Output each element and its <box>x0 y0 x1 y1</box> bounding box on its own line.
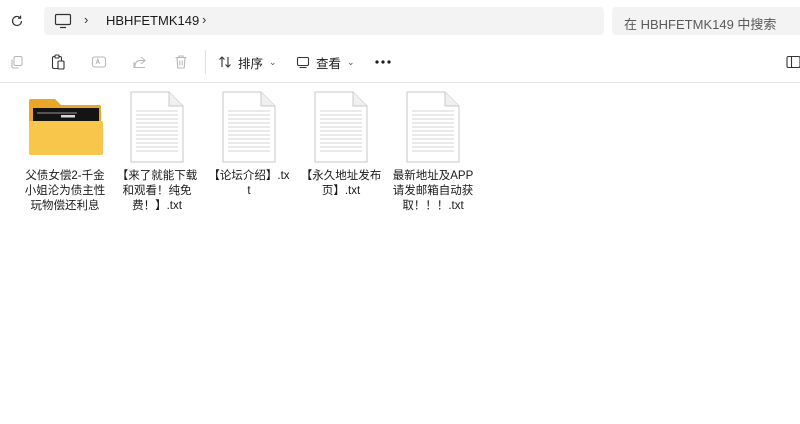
copy-button[interactable] <box>8 53 26 71</box>
search-placeholder: 在 HBHFETMK149 中搜索 <box>624 17 777 32</box>
text-file-icon <box>130 91 184 163</box>
rename-button[interactable] <box>90 53 108 71</box>
chevron-right-icon[interactable]: › <box>202 12 206 27</box>
address-row: › HBHFETMK149 › 在 HBHFETMK149 中搜索 <box>0 0 800 42</box>
command-bar: 排序 ⌄ 查看 ⌄ <box>0 42 800 83</box>
file-item[interactable]: 【永久地址发布页】.txt <box>299 91 383 199</box>
chevron-right-icon[interactable]: › <box>84 12 88 27</box>
view-button[interactable]: 查看 ⌄ <box>296 50 355 74</box>
sort-label: 排序 <box>238 56 264 71</box>
file-item[interactable]: 【来了就能下载和观看！纯免费！】.txt <box>115 91 199 214</box>
file-name: 父债女偿2-千金小姐沦为债主性玩物偿还利息 <box>24 170 106 212</box>
delete-button[interactable] <box>172 53 190 71</box>
file-name: 【论坛介绍】.txt <box>208 170 290 197</box>
view-label: 查看 <box>316 56 342 71</box>
more-options-button[interactable] <box>374 52 394 72</box>
paste-button[interactable] <box>49 53 67 71</box>
file-item[interactable]: 【论坛介绍】.txt <box>207 91 291 199</box>
more-icon <box>375 60 391 64</box>
text-file-icon <box>406 91 460 163</box>
text-file-icon <box>314 91 368 163</box>
this-pc-icon <box>54 13 72 29</box>
view-icon <box>296 56 310 69</box>
sort-icon <box>219 56 231 68</box>
folder-icon <box>29 99 103 155</box>
file-thumbnail <box>117 91 197 163</box>
toolbar-divider <box>205 50 206 74</box>
details-pane-icon <box>786 55 800 69</box>
trash-icon <box>175 55 187 69</box>
file-thumbnail <box>301 91 381 163</box>
copy-icon <box>11 55 23 69</box>
file-item[interactable]: 最新地址及APP请发邮箱自动获取！！！.txt <box>391 91 475 214</box>
details-pane-button[interactable] <box>786 54 800 70</box>
chevron-down-icon: ⌄ <box>347 56 355 67</box>
file-name: 【来了就能下载和观看！纯免费！】.txt <box>116 170 198 212</box>
rename-icon <box>91 56 107 68</box>
refresh-icon <box>11 15 23 27</box>
text-file-icon <box>222 91 276 163</box>
search-input[interactable]: 在 HBHFETMK149 中搜索 <box>612 7 800 35</box>
file-explorer-window: › HBHFETMK149 › 在 HBHFETMK149 中搜索 排序 ⌄ 查… <box>0 0 800 424</box>
chevron-down-icon: ⌄ <box>269 56 277 67</box>
address-bar[interactable]: › HBHFETMK149 › <box>44 7 604 35</box>
file-thumbnail <box>209 91 289 163</box>
file-name: 最新地址及APP请发邮箱自动获取！！！.txt <box>392 170 474 212</box>
refresh-button[interactable] <box>6 10 28 32</box>
sort-button[interactable]: 排序 ⌄ <box>218 50 277 74</box>
share-button[interactable] <box>131 53 149 71</box>
file-thumbnail <box>393 91 473 163</box>
share-icon <box>133 56 146 69</box>
folder-thumbnail <box>25 91 105 163</box>
folder-item[interactable]: 父债女偿2-千金小姐沦为债主性玩物偿还利息 <box>23 91 107 214</box>
file-list: 父债女偿2-千金小姐沦为债主性玩物偿还利息 【来了就能下载和观看！纯免费！】.t… <box>0 83 800 424</box>
file-name: 【永久地址发布页】.txt <box>300 170 382 197</box>
paste-icon <box>51 54 65 70</box>
breadcrumb-item-folder[interactable]: HBHFETMK149 <box>106 13 199 28</box>
